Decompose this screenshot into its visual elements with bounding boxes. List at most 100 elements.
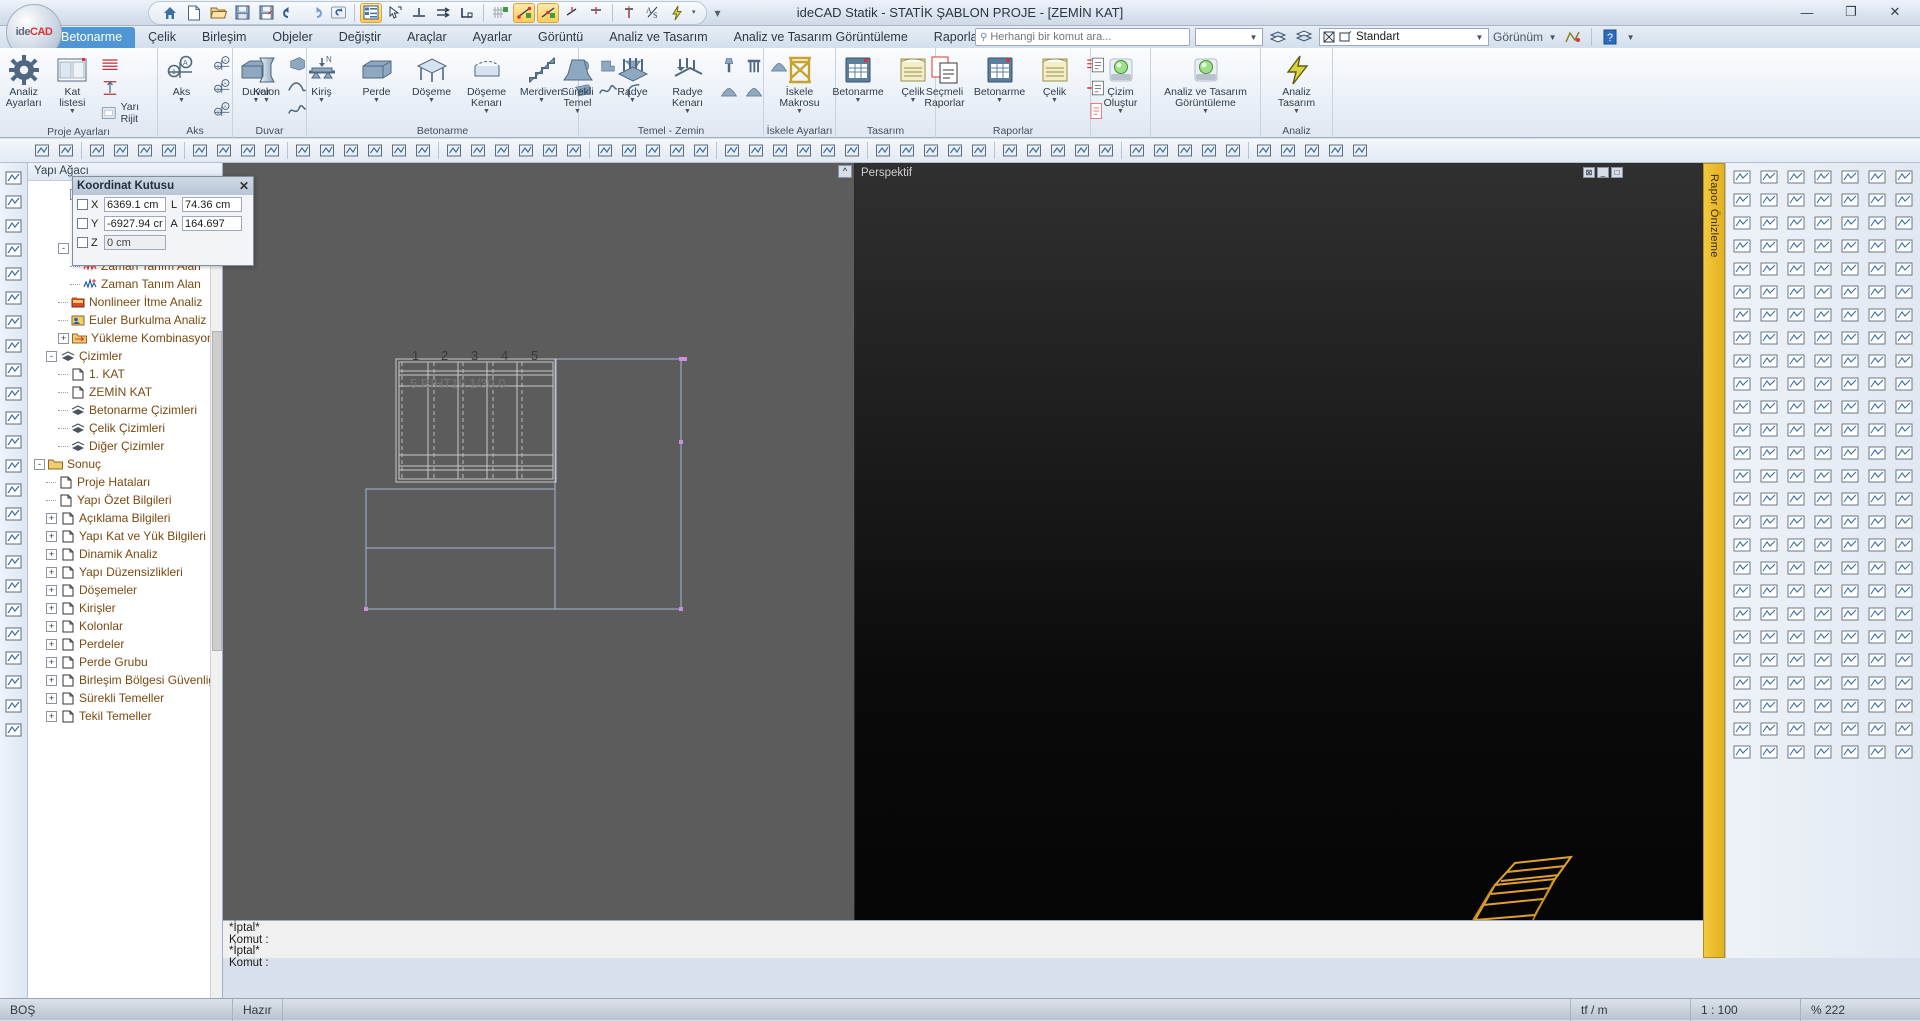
right-tool-button[interactable] bbox=[1809, 257, 1836, 280]
status-units[interactable]: tf / m bbox=[1570, 999, 1690, 1021]
right-tool-button[interactable] bbox=[1755, 372, 1782, 395]
right-tool-button[interactable] bbox=[1809, 395, 1836, 418]
chevron-down-icon[interactable]: ▼ bbox=[69, 109, 76, 115]
coord-y-checkbox[interactable] bbox=[77, 218, 88, 229]
right-tool-button[interactable] bbox=[1782, 510, 1809, 533]
right-tool-button[interactable] bbox=[1782, 464, 1809, 487]
right-tool-button[interactable] bbox=[1836, 625, 1863, 648]
right-tool-button[interactable] bbox=[1809, 234, 1836, 257]
chevron-down-icon[interactable]: ▼ bbox=[538, 98, 545, 104]
move-icon[interactable] bbox=[213, 141, 235, 161]
right-tool-button[interactable] bbox=[1863, 165, 1890, 188]
right-tool-button[interactable] bbox=[1728, 671, 1755, 694]
panel-icon[interactable] bbox=[2, 167, 26, 188]
tree-item[interactable]: ZEMİN KAT bbox=[28, 383, 222, 401]
right-tool-button[interactable] bbox=[1836, 740, 1863, 763]
corner-icon[interactable] bbox=[456, 3, 478, 23]
result-sel-icon[interactable] bbox=[2, 623, 26, 644]
right-tool-button[interactable] bbox=[1809, 740, 1836, 763]
join-icon[interactable] bbox=[594, 141, 616, 161]
right-tool-button[interactable] bbox=[1863, 303, 1890, 326]
right-tool-button[interactable] bbox=[1782, 395, 1809, 418]
tree-item[interactable]: +Yapı Kat ve Yük Bilgileri bbox=[28, 527, 222, 545]
right-tool-button[interactable] bbox=[1863, 602, 1890, 625]
chevron-down-icon[interactable]: ▼ bbox=[263, 98, 270, 104]
zoom-extents-icon[interactable] bbox=[55, 141, 77, 161]
right-tool-button[interactable] bbox=[1863, 740, 1890, 763]
right-tool-button[interactable] bbox=[1809, 280, 1836, 303]
ribbon-button-axis[interactable]: A 1 Aks▼ bbox=[156, 52, 208, 104]
right-tool-button[interactable] bbox=[1863, 234, 1890, 257]
ribbon-button-slab-edge[interactable]: Döşeme Kenarı▼ bbox=[461, 52, 513, 115]
right-tool-button[interactable] bbox=[1890, 326, 1917, 349]
right-tool-button[interactable] bbox=[1782, 694, 1809, 717]
status-zoom[interactable]: % 222 bbox=[1800, 999, 1920, 1021]
ribbon-button-lightning[interactable]: Analiz Tasarım▼ bbox=[1271, 52, 1323, 115]
expand-icon[interactable]: + bbox=[46, 603, 57, 614]
ribbon-button-l-footing[interactable] bbox=[717, 79, 741, 103]
column-sel-icon[interactable] bbox=[2, 215, 26, 236]
right-tool-button[interactable] bbox=[1782, 165, 1809, 188]
coord-a-input[interactable]: 164.697 bbox=[182, 216, 242, 231]
right-tool-button[interactable] bbox=[1863, 211, 1890, 234]
zoom-window-icon[interactable] bbox=[31, 141, 53, 161]
tree-item[interactable]: Yapı Özet Bilgileri bbox=[28, 491, 222, 509]
tree-item[interactable]: 1. KAT bbox=[28, 365, 222, 383]
collapse-icon[interactable]: - bbox=[46, 351, 57, 362]
right-tool-button[interactable] bbox=[1728, 326, 1755, 349]
right-tool-button[interactable] bbox=[1782, 648, 1809, 671]
slab-sel-icon[interactable] bbox=[2, 263, 26, 284]
right-tool-button[interactable] bbox=[1863, 717, 1890, 740]
chevron-down-icon[interactable]: ▼ bbox=[373, 98, 380, 104]
layer-off-icon[interactable] bbox=[1198, 141, 1220, 161]
right-tool-button[interactable] bbox=[1890, 602, 1917, 625]
save-icon[interactable] bbox=[231, 3, 253, 23]
right-tool-button[interactable] bbox=[1755, 326, 1782, 349]
right-tool-button[interactable] bbox=[1809, 579, 1836, 602]
expand-icon[interactable]: + bbox=[46, 549, 57, 560]
ribbon-button-green-led[interactable]: Analiz ve Tasarım Görüntüleme▼ bbox=[1156, 52, 1256, 115]
ribbon-button-steel-report[interactable]: Çelik▼ bbox=[1029, 52, 1081, 104]
right-tool-button[interactable] bbox=[1782, 326, 1809, 349]
chevron-down-icon[interactable]: ▼ bbox=[178, 98, 185, 104]
right-tool-button[interactable] bbox=[1755, 165, 1782, 188]
right-tool-button[interactable] bbox=[1836, 257, 1863, 280]
ribbon-button-green-led[interactable]: Çizim Oluştur▼ bbox=[1095, 52, 1147, 115]
right-tool-button[interactable] bbox=[1836, 372, 1863, 395]
right-tool-button[interactable] bbox=[1755, 648, 1782, 671]
right-tool-button[interactable] bbox=[1809, 648, 1836, 671]
help-chevron-icon[interactable]: ▼ bbox=[1625, 29, 1636, 45]
fillet-icon[interactable] bbox=[443, 141, 465, 161]
grid-icon[interactable] bbox=[920, 141, 942, 161]
report-sel-icon[interactable] bbox=[2, 647, 26, 668]
right-tool-button[interactable] bbox=[1728, 418, 1755, 441]
right-tool-button[interactable] bbox=[1782, 579, 1809, 602]
right-tool-button[interactable] bbox=[1782, 671, 1809, 694]
node-sel-icon[interactable] bbox=[2, 527, 26, 548]
right-tool-button[interactable] bbox=[1890, 188, 1917, 211]
right-tool-button[interactable] bbox=[1755, 510, 1782, 533]
right-tool-button[interactable] bbox=[1755, 418, 1782, 441]
tab-birleşim[interactable]: Birleşim bbox=[189, 27, 259, 48]
right-tool-button[interactable] bbox=[1863, 349, 1890, 372]
tree-item[interactable]: +Tekil Temeller bbox=[28, 707, 222, 725]
right-tool-button[interactable] bbox=[1863, 579, 1890, 602]
load-sel-icon[interactable] bbox=[2, 551, 26, 572]
rebar-sel-icon[interactable] bbox=[2, 335, 26, 356]
close-icon[interactable]: ✕ bbox=[239, 179, 249, 193]
right-tool-button[interactable] bbox=[1782, 234, 1809, 257]
layer-sel-icon[interactable] bbox=[2, 455, 26, 476]
plan-view[interactable]: ^ bbox=[223, 163, 855, 920]
right-tool-button[interactable] bbox=[1890, 418, 1917, 441]
right-tool-button[interactable] bbox=[1782, 740, 1809, 763]
right-tool-button[interactable] bbox=[1809, 349, 1836, 372]
right-tool-button[interactable] bbox=[1728, 303, 1755, 326]
right-tool-button[interactable] bbox=[1890, 441, 1917, 464]
right-tool-button[interactable] bbox=[1836, 326, 1863, 349]
ribbon-button-pile[interactable] bbox=[717, 54, 741, 78]
right-tool-button[interactable] bbox=[1863, 280, 1890, 303]
expand-icon[interactable]: + bbox=[58, 333, 69, 344]
ribbon-button-selective-report[interactable]: Seçmeli Raporlar bbox=[919, 52, 971, 109]
coord-y-input[interactable]: -6927.94 cr bbox=[104, 216, 166, 231]
measure-icon[interactable] bbox=[1253, 141, 1275, 161]
